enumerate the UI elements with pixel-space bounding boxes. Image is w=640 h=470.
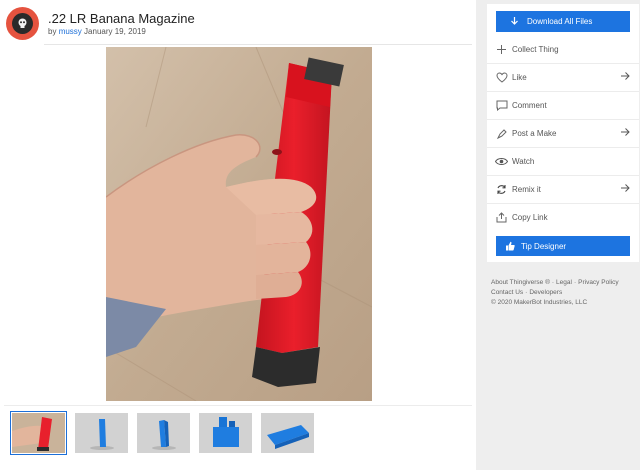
page-title: .22 LR Banana Magazine bbox=[48, 11, 195, 26]
thumbs-up-icon bbox=[505, 241, 515, 251]
thumbnail-4[interactable] bbox=[199, 413, 252, 453]
download-all-button[interactable]: Download All Files bbox=[496, 11, 630, 32]
thing-header: .22 LR Banana Magazine by mussy January … bbox=[0, 0, 476, 44]
footer-links: About Thingiverse ® · Legal · Privacy Policy… bbox=[491, 278, 619, 308]
byline: by mussy January 19, 2019 bbox=[48, 27, 146, 36]
footer-separator: · bbox=[573, 279, 577, 286]
footer-separator: · bbox=[551, 279, 555, 286]
remix-icon bbox=[495, 183, 508, 196]
collect-thing-action[interactable]: Collect Thing bbox=[487, 36, 639, 64]
publish-date: January 19, 2019 bbox=[84, 27, 146, 36]
copy-link-label: Copy Link bbox=[512, 213, 548, 222]
main-panel: .22 LR Banana Magazine by mussy January … bbox=[0, 0, 476, 470]
thumbnail-1[interactable] bbox=[10, 411, 67, 455]
footer-separator: · bbox=[525, 289, 528, 296]
main-photo[interactable] bbox=[106, 47, 372, 401]
avatar[interactable] bbox=[6, 7, 39, 40]
heart-icon bbox=[495, 71, 508, 84]
like-label: Like bbox=[512, 73, 527, 82]
copy-link-action[interactable]: Copy Link bbox=[487, 204, 639, 231]
post-a-make-label: Post a Make bbox=[512, 129, 557, 138]
plus-icon bbox=[495, 43, 508, 56]
download-icon bbox=[510, 17, 519, 26]
tip-designer-label: Tip Designer bbox=[521, 241, 567, 251]
like-action[interactable]: Like bbox=[487, 64, 639, 92]
tip-designer-button[interactable]: Tip Designer bbox=[496, 236, 630, 256]
remix-label: Remix it bbox=[512, 185, 541, 194]
privacy-link[interactable]: Privacy Policy bbox=[578, 279, 618, 286]
watch-label: Watch bbox=[512, 157, 535, 166]
legal-link[interactable]: Legal bbox=[556, 279, 572, 286]
share-icon bbox=[495, 211, 508, 224]
byline-prefix: by bbox=[48, 27, 57, 36]
thumbnail-2[interactable] bbox=[75, 413, 128, 453]
action-sidebar: Download All Files Collect Thing Like Co… bbox=[487, 4, 639, 262]
watch-action[interactable]: Watch bbox=[487, 148, 639, 176]
remix-action[interactable]: Remix it bbox=[487, 176, 639, 204]
comment-label: Comment bbox=[512, 101, 547, 110]
post-a-make-action[interactable]: Post a Make bbox=[487, 120, 639, 148]
eye-icon bbox=[495, 155, 508, 168]
about-link[interactable]: About Thingiverse ® bbox=[491, 279, 550, 286]
download-label: Download All Files bbox=[527, 17, 593, 26]
contact-link[interactable]: Contact Us bbox=[491, 289, 523, 296]
author-link[interactable]: mussy bbox=[59, 27, 82, 36]
thumbnail-divider bbox=[4, 405, 472, 406]
developers-link[interactable]: Developers bbox=[529, 289, 562, 296]
arrow-right-icon bbox=[620, 183, 630, 195]
header-divider bbox=[44, 44, 472, 45]
thumbnail-3[interactable] bbox=[137, 413, 190, 453]
make-icon bbox=[495, 127, 508, 140]
arrow-right-icon bbox=[620, 71, 630, 83]
arrow-right-icon bbox=[620, 127, 630, 139]
collect-thing-label: Collect Thing bbox=[512, 45, 559, 54]
skull-icon bbox=[12, 13, 33, 34]
copyright-text: © 2020 MakerBot Industries, LLC bbox=[491, 299, 588, 306]
comment-icon bbox=[495, 99, 508, 112]
comment-action[interactable]: Comment bbox=[487, 92, 639, 120]
thumbnail-5[interactable] bbox=[261, 413, 314, 453]
